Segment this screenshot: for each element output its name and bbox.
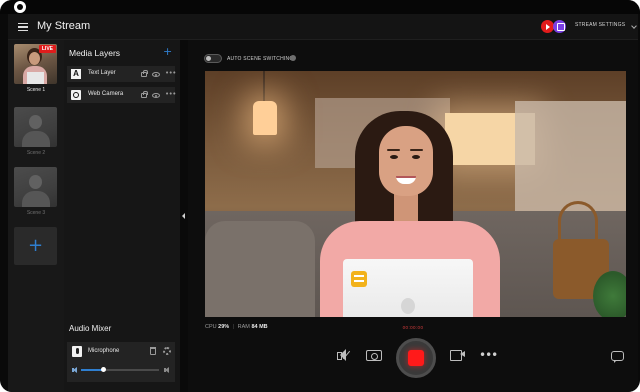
more-options-icon[interactable]: ••• — [479, 349, 498, 364]
more-options-icon[interactable]: ••• — [165, 69, 176, 77]
volume-slider[interactable] — [81, 367, 159, 372]
thumb-laptop — [27, 72, 44, 84]
volume-slider-handle[interactable] — [100, 367, 106, 372]
thumb-person-body — [22, 191, 50, 207]
app-window: My Stream STREAM SETTINGS LIVE Scene 1 S… — [0, 0, 640, 392]
layer-label: Web Camera — [88, 91, 124, 97]
microphone-icon — [72, 346, 82, 357]
scene-label: Scene 3 — [26, 210, 46, 216]
preview-person-face — [379, 126, 433, 196]
thumb-person-body — [22, 131, 50, 147]
scenes-sidebar: LIVE Scene 1 Scene 2 Scene 3 + — [8, 40, 64, 392]
preview-person — [394, 193, 418, 221]
lock-icon[interactable] — [141, 91, 148, 98]
add-layer-button[interactable]: + — [163, 45, 172, 58]
auto-scene-switching-toggle[interactable] — [204, 54, 222, 63]
live-badge: LIVE — [38, 45, 56, 53]
collapse-panel-icon[interactable] — [182, 213, 185, 219]
text-layer-icon: A — [71, 69, 81, 79]
scene-label: Scene 1 — [26, 87, 46, 93]
stream-settings-button[interactable]: STREAM SETTINGS — [575, 22, 625, 28]
video-camera-icon[interactable] — [450, 348, 466, 362]
volume-high-icon[interactable] — [164, 367, 171, 373]
record-button[interactable] — [396, 338, 436, 378]
thumb-person — [29, 115, 42, 129]
preview-laptop-logo — [401, 298, 415, 314]
preview-lamp-cord — [263, 71, 265, 101]
audio-channel-label: Microphone — [88, 348, 120, 354]
scene-thumbnail-3[interactable] — [14, 167, 57, 207]
webcam-icon — [71, 90, 81, 100]
scene-thumbnail-1[interactable]: LIVE — [14, 44, 57, 84]
chat-icon[interactable] — [611, 351, 624, 363]
recording-status: 00:00:00 — [402, 325, 424, 330]
preview-person — [387, 149, 400, 151]
preview-laptop-sticker — [351, 271, 367, 287]
layer-label: Text Layer — [88, 70, 116, 76]
media-layers-panel: Media Layers + A Text Layer ••• Web Came… — [64, 40, 180, 392]
preview-plant — [593, 271, 626, 317]
preview-lamp — [253, 101, 277, 135]
top-bar: My Stream STREAM SETTINGS — [8, 14, 638, 40]
app-title: My Stream — [37, 20, 91, 32]
twitch-icon[interactable] — [553, 20, 566, 33]
preview-person — [390, 155, 398, 159]
info-icon[interactable] — [290, 55, 296, 61]
mute-slash — [342, 350, 351, 360]
live-preview-video — [205, 71, 626, 317]
media-layers-heading: Media Layers — [69, 48, 121, 58]
eye-icon[interactable] — [152, 72, 160, 77]
volume-low-icon[interactable] — [72, 367, 79, 373]
volume-slider-fill — [81, 369, 103, 371]
scene-label: Scene 2 — [26, 150, 46, 156]
scene-thumbnail-2[interactable] — [14, 107, 57, 147]
preview-person — [410, 149, 423, 151]
thumb-person — [29, 52, 40, 65]
snapshot-icon[interactable] — [366, 350, 382, 361]
app-logo-icon — [14, 1, 26, 13]
preview-background — [515, 101, 626, 211]
layer-row-webcam[interactable]: Web Camera ••• — [67, 87, 176, 103]
chevron-down-icon[interactable] — [631, 23, 637, 29]
thumb-person — [29, 175, 42, 189]
audio-channel-microphone: Microphone — [67, 342, 175, 382]
preview-sofa-arm — [205, 221, 315, 317]
plus-icon: + — [27, 235, 44, 256]
main-stage: AUTO SCENE SWITCHING CPU 29% | RAM 84 MB… — [188, 40, 638, 392]
eye-icon[interactable] — [152, 93, 160, 98]
preview-person — [412, 155, 420, 159]
audio-mixer-heading: Audio Mixer — [69, 324, 112, 333]
add-scene-button[interactable]: + — [14, 227, 57, 265]
trash-icon[interactable] — [150, 347, 156, 355]
more-options-icon[interactable]: ••• — [165, 90, 176, 98]
gear-icon[interactable] — [163, 347, 171, 355]
layer-row-text[interactable]: A Text Layer ••• — [67, 66, 176, 82]
auto-scene-switching-label: AUTO SCENE SWITCHING — [227, 56, 294, 62]
hamburger-menu-icon[interactable] — [18, 23, 28, 31]
record-icon — [408, 350, 424, 366]
mute-audio-icon[interactable] — [336, 348, 352, 362]
status-bar — [0, 0, 640, 14]
lock-icon[interactable] — [141, 70, 148, 77]
